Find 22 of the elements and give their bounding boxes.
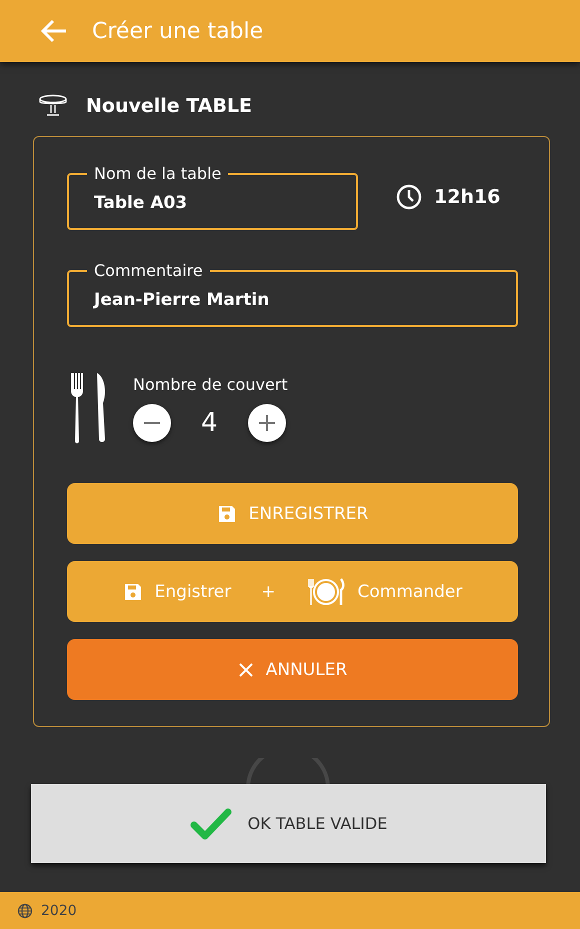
save-and-order-button[interactable]: Engistrer + Commander [67,561,518,622]
minus-icon [144,420,160,424]
globe-icon [17,902,33,918]
increment-button[interactable] [248,404,286,442]
covers-count: 4 [201,408,218,438]
save-button[interactable]: ENREGISTRER [67,483,518,544]
toast-message: OK TABLE VALIDE [248,814,388,833]
table-name-field[interactable]: Nom de la table Table A03 [67,164,358,230]
comment-field[interactable]: Commentaire Jean-Pierre Martin [67,261,518,327]
covers-label: Nombre de couvert [133,374,288,394]
plate-cutlery-icon [306,576,346,606]
close-icon [238,662,254,678]
clock-icon [396,184,422,210]
checkmark-icon [190,808,232,840]
page-title: Créer une table [92,18,264,44]
time-text: 12h16 [434,186,500,208]
cancel-button[interactable]: ANNULER [67,639,518,700]
footer-year: 2020 [41,902,77,918]
section-title: Nouvelle TABLE [86,95,252,117]
round-table-icon [38,94,68,118]
plus-icon [258,414,275,430]
decrement-button[interactable] [133,404,171,442]
